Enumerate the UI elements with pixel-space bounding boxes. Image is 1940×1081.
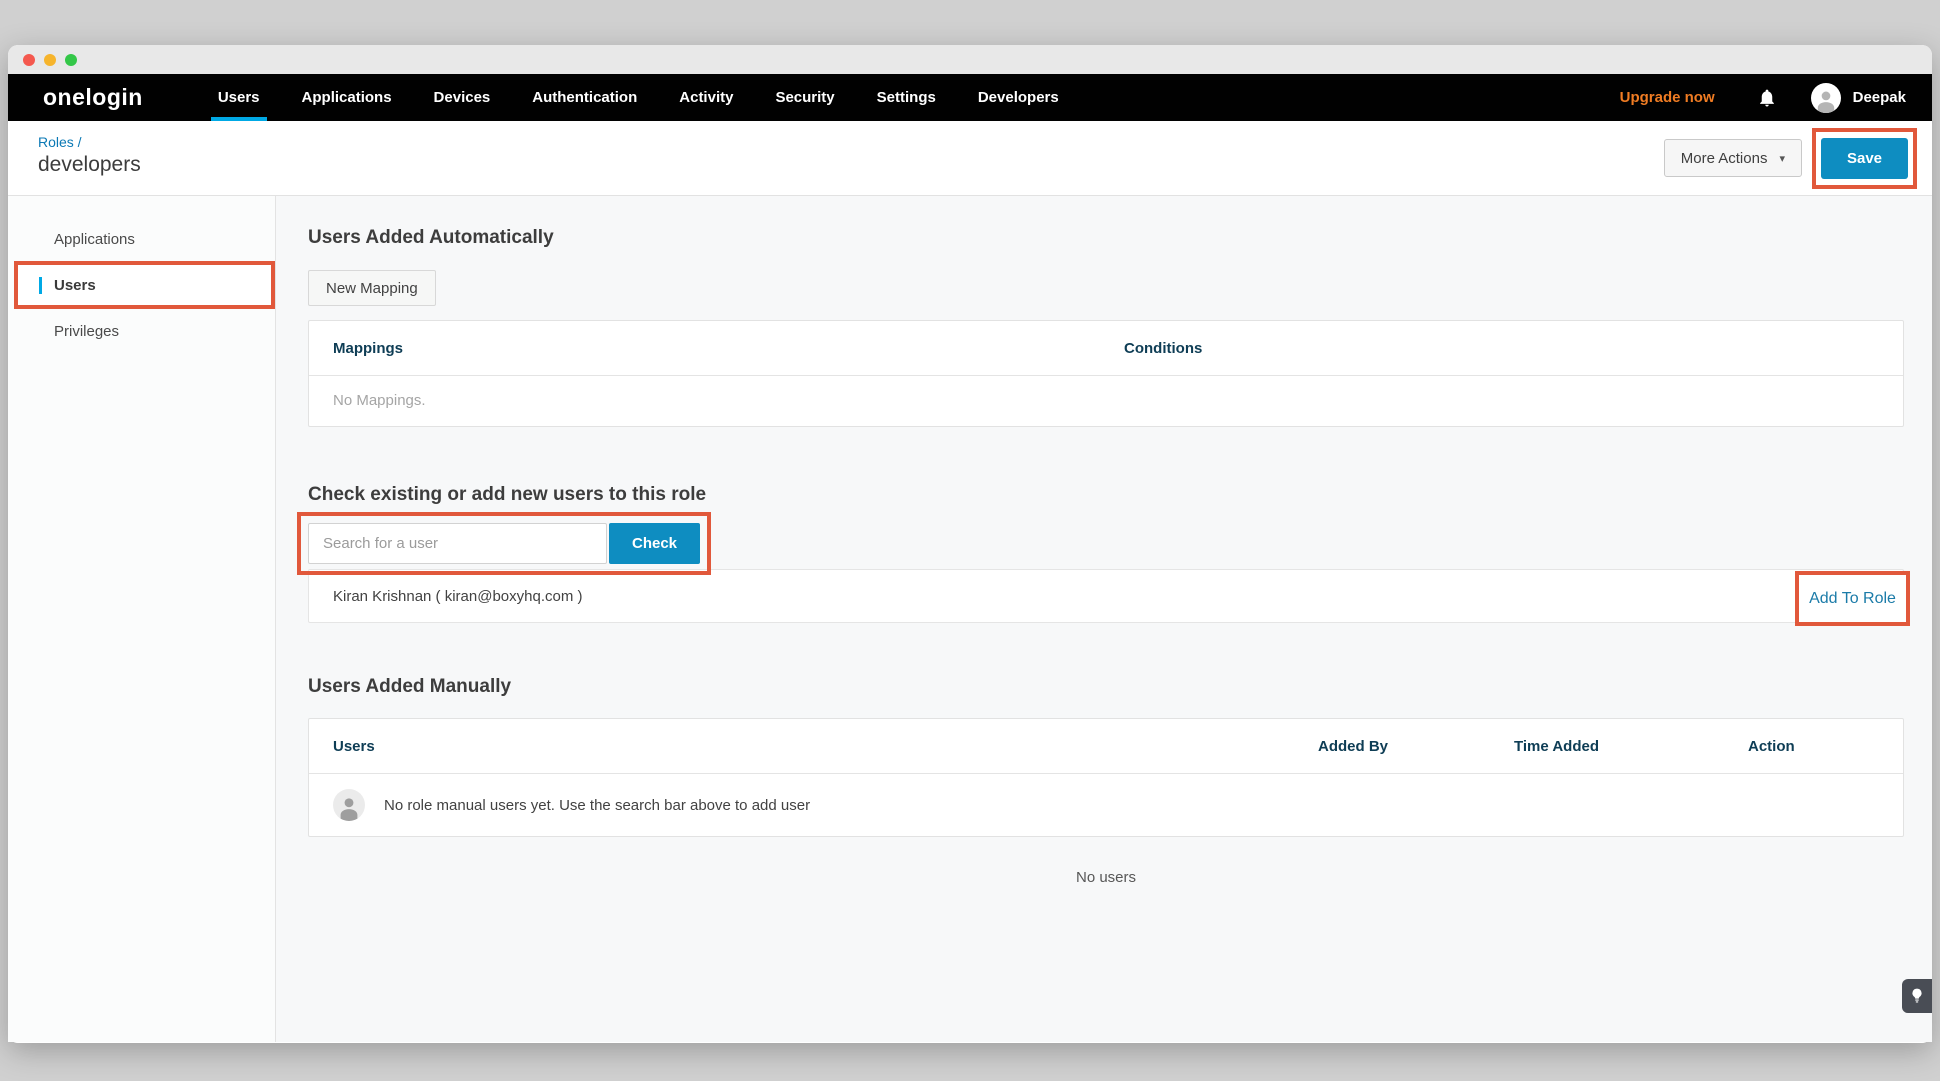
breadcrumb[interactable]: Roles / bbox=[38, 134, 82, 150]
check-button[interactable]: Check bbox=[609, 523, 700, 564]
user-avatar[interactable] bbox=[1811, 83, 1841, 113]
annotation-box-users-tab: Users bbox=[14, 261, 275, 309]
logged-in-user-name[interactable]: Deepak bbox=[1853, 89, 1906, 106]
placeholder-user-avatar-icon bbox=[333, 789, 365, 821]
more-actions-label: More Actions bbox=[1681, 150, 1768, 167]
no-users-text: No users bbox=[308, 869, 1904, 886]
nav-item-developers[interactable]: Developers bbox=[957, 74, 1080, 121]
nav-item-authentication[interactable]: Authentication bbox=[511, 74, 658, 121]
upgrade-now-link[interactable]: Upgrade now bbox=[1620, 89, 1715, 106]
save-button[interactable]: Save bbox=[1821, 138, 1908, 179]
manual-users-table: Users Added By Time Added Action No role… bbox=[308, 718, 1904, 837]
nav-item-applications[interactable]: Applications bbox=[281, 74, 413, 121]
section-title-users-added-manually: Users Added Manually bbox=[308, 675, 1904, 698]
browser-window: onelogin Users Applications Devices Auth… bbox=[8, 45, 1932, 1043]
sidebar-item-applications[interactable]: Applications bbox=[8, 217, 275, 261]
new-mapping-button[interactable]: New Mapping bbox=[308, 270, 436, 306]
maximize-window-icon[interactable] bbox=[65, 54, 77, 66]
sidebar-item-privileges[interactable]: Privileges bbox=[8, 309, 275, 353]
close-window-icon[interactable] bbox=[23, 54, 35, 66]
page-title: developers bbox=[38, 153, 141, 177]
annotation-box-save: Save bbox=[1812, 128, 1917, 189]
search-user-input[interactable] bbox=[308, 523, 607, 564]
column-header-added-by: Added By bbox=[1318, 738, 1514, 755]
role-sidebar: Applications Users Privileges bbox=[8, 196, 276, 1042]
active-tab-indicator bbox=[39, 277, 42, 294]
page-header: Roles / developers More Actions ▾ Save bbox=[8, 121, 1932, 195]
mappings-table-header: Mappings Conditions bbox=[309, 321, 1903, 376]
column-header-users: Users bbox=[333, 738, 1318, 755]
chevron-down-icon: ▾ bbox=[1779, 152, 1785, 165]
annotation-box-add-to-role: Add To Role bbox=[1795, 571, 1910, 626]
search-result-user: Kiran Krishnan ( kiran@boxyhq.com ) bbox=[333, 588, 583, 605]
add-to-role-link[interactable]: Add To Role bbox=[1809, 590, 1896, 608]
lightbulb-icon bbox=[1910, 988, 1924, 1004]
nav-item-settings[interactable]: Settings bbox=[856, 74, 957, 121]
help-lightbulb-tab[interactable] bbox=[1902, 979, 1932, 1013]
onelogin-logo[interactable]: onelogin bbox=[43, 84, 143, 111]
search-result-row: Kiran Krishnan ( kiran@boxyhq.com ) Add … bbox=[308, 569, 1904, 623]
column-header-time-added: Time Added bbox=[1514, 738, 1748, 755]
mappings-table: Mappings Conditions No Mappings. bbox=[308, 320, 1904, 427]
nav-item-security[interactable]: Security bbox=[754, 74, 855, 121]
macos-title-bar bbox=[8, 45, 1932, 74]
nav-item-users[interactable]: Users bbox=[197, 74, 281, 121]
more-actions-button[interactable]: More Actions ▾ bbox=[1664, 139, 1802, 177]
column-header-action: Action bbox=[1748, 738, 1879, 755]
annotation-box-search: Check bbox=[297, 512, 711, 575]
section-title-check-users: Check existing or add new users to this … bbox=[308, 483, 1904, 506]
manual-users-empty-text: No role manual users yet. Use the search… bbox=[384, 797, 810, 814]
section-title-users-added-automatically: Users Added Automatically bbox=[308, 226, 1904, 249]
main-panel: Users Added Automatically New Mapping Ma… bbox=[276, 196, 1932, 1042]
main-menu: Users Applications Devices Authenticatio… bbox=[197, 74, 1080, 121]
sidebar-item-users[interactable]: Users bbox=[54, 277, 96, 294]
column-header-mappings: Mappings bbox=[333, 340, 1124, 357]
column-header-conditions: Conditions bbox=[1124, 340, 1879, 357]
nav-item-activity[interactable]: Activity bbox=[658, 74, 754, 121]
header-actions: More Actions ▾ Save bbox=[1664, 121, 1917, 195]
content-area: Applications Users Privileges Users Adde… bbox=[8, 195, 1932, 1042]
top-navigation-bar: onelogin Users Applications Devices Auth… bbox=[8, 74, 1932, 121]
minimize-window-icon[interactable] bbox=[44, 54, 56, 66]
notifications-bell-icon[interactable] bbox=[1757, 88, 1777, 108]
mappings-empty-state: No Mappings. bbox=[309, 376, 1903, 426]
manual-users-empty-row: No role manual users yet. Use the search… bbox=[309, 774, 1903, 836]
nav-item-devices[interactable]: Devices bbox=[413, 74, 512, 121]
manual-users-table-header: Users Added By Time Added Action bbox=[309, 719, 1903, 774]
